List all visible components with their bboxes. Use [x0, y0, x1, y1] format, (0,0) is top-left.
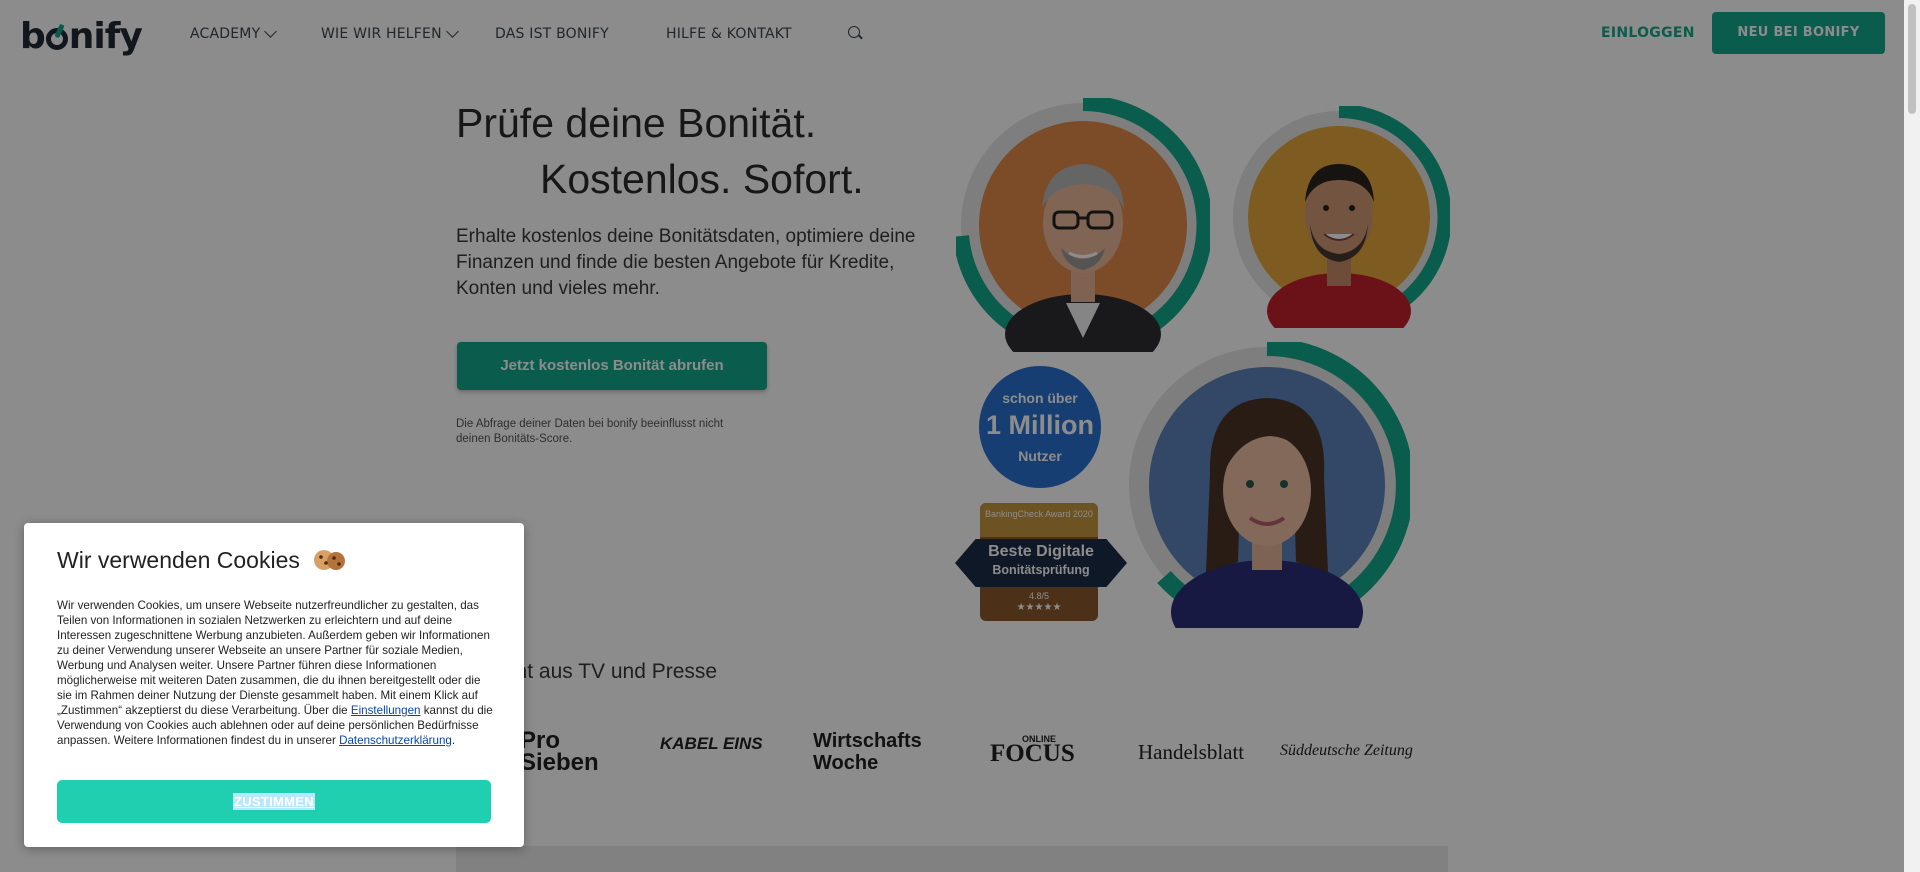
- cookie-settings-link[interactable]: Einstellungen: [351, 704, 421, 717]
- cookie-text-part: .: [451, 734, 456, 747]
- privacy-policy-link[interactable]: Datenschutzerklärung: [339, 734, 452, 747]
- cookie-dialog-text: Wir verwenden Cookies, um unsere Webseit…: [57, 598, 497, 748]
- cookie-agree-label: ZUSTIMMEN: [233, 793, 315, 810]
- cookie-icon: [314, 550, 346, 570]
- cookie-dialog: Wir verwenden Cookies Wir verwenden Cook…: [24, 523, 524, 847]
- cookie-text-part: Wir verwenden Cookies, um unsere Webseit…: [57, 599, 490, 717]
- cookie-agree-button[interactable]: ZUSTIMMEN: [57, 780, 491, 823]
- scrollbar-thumb[interactable]: [1908, 4, 1916, 114]
- cookie-title-text: Wir verwenden Cookies: [57, 547, 300, 573]
- cookie-dialog-title: Wir verwenden Cookies: [57, 547, 348, 574]
- page-scrollbar[interactable]: [1904, 0, 1920, 872]
